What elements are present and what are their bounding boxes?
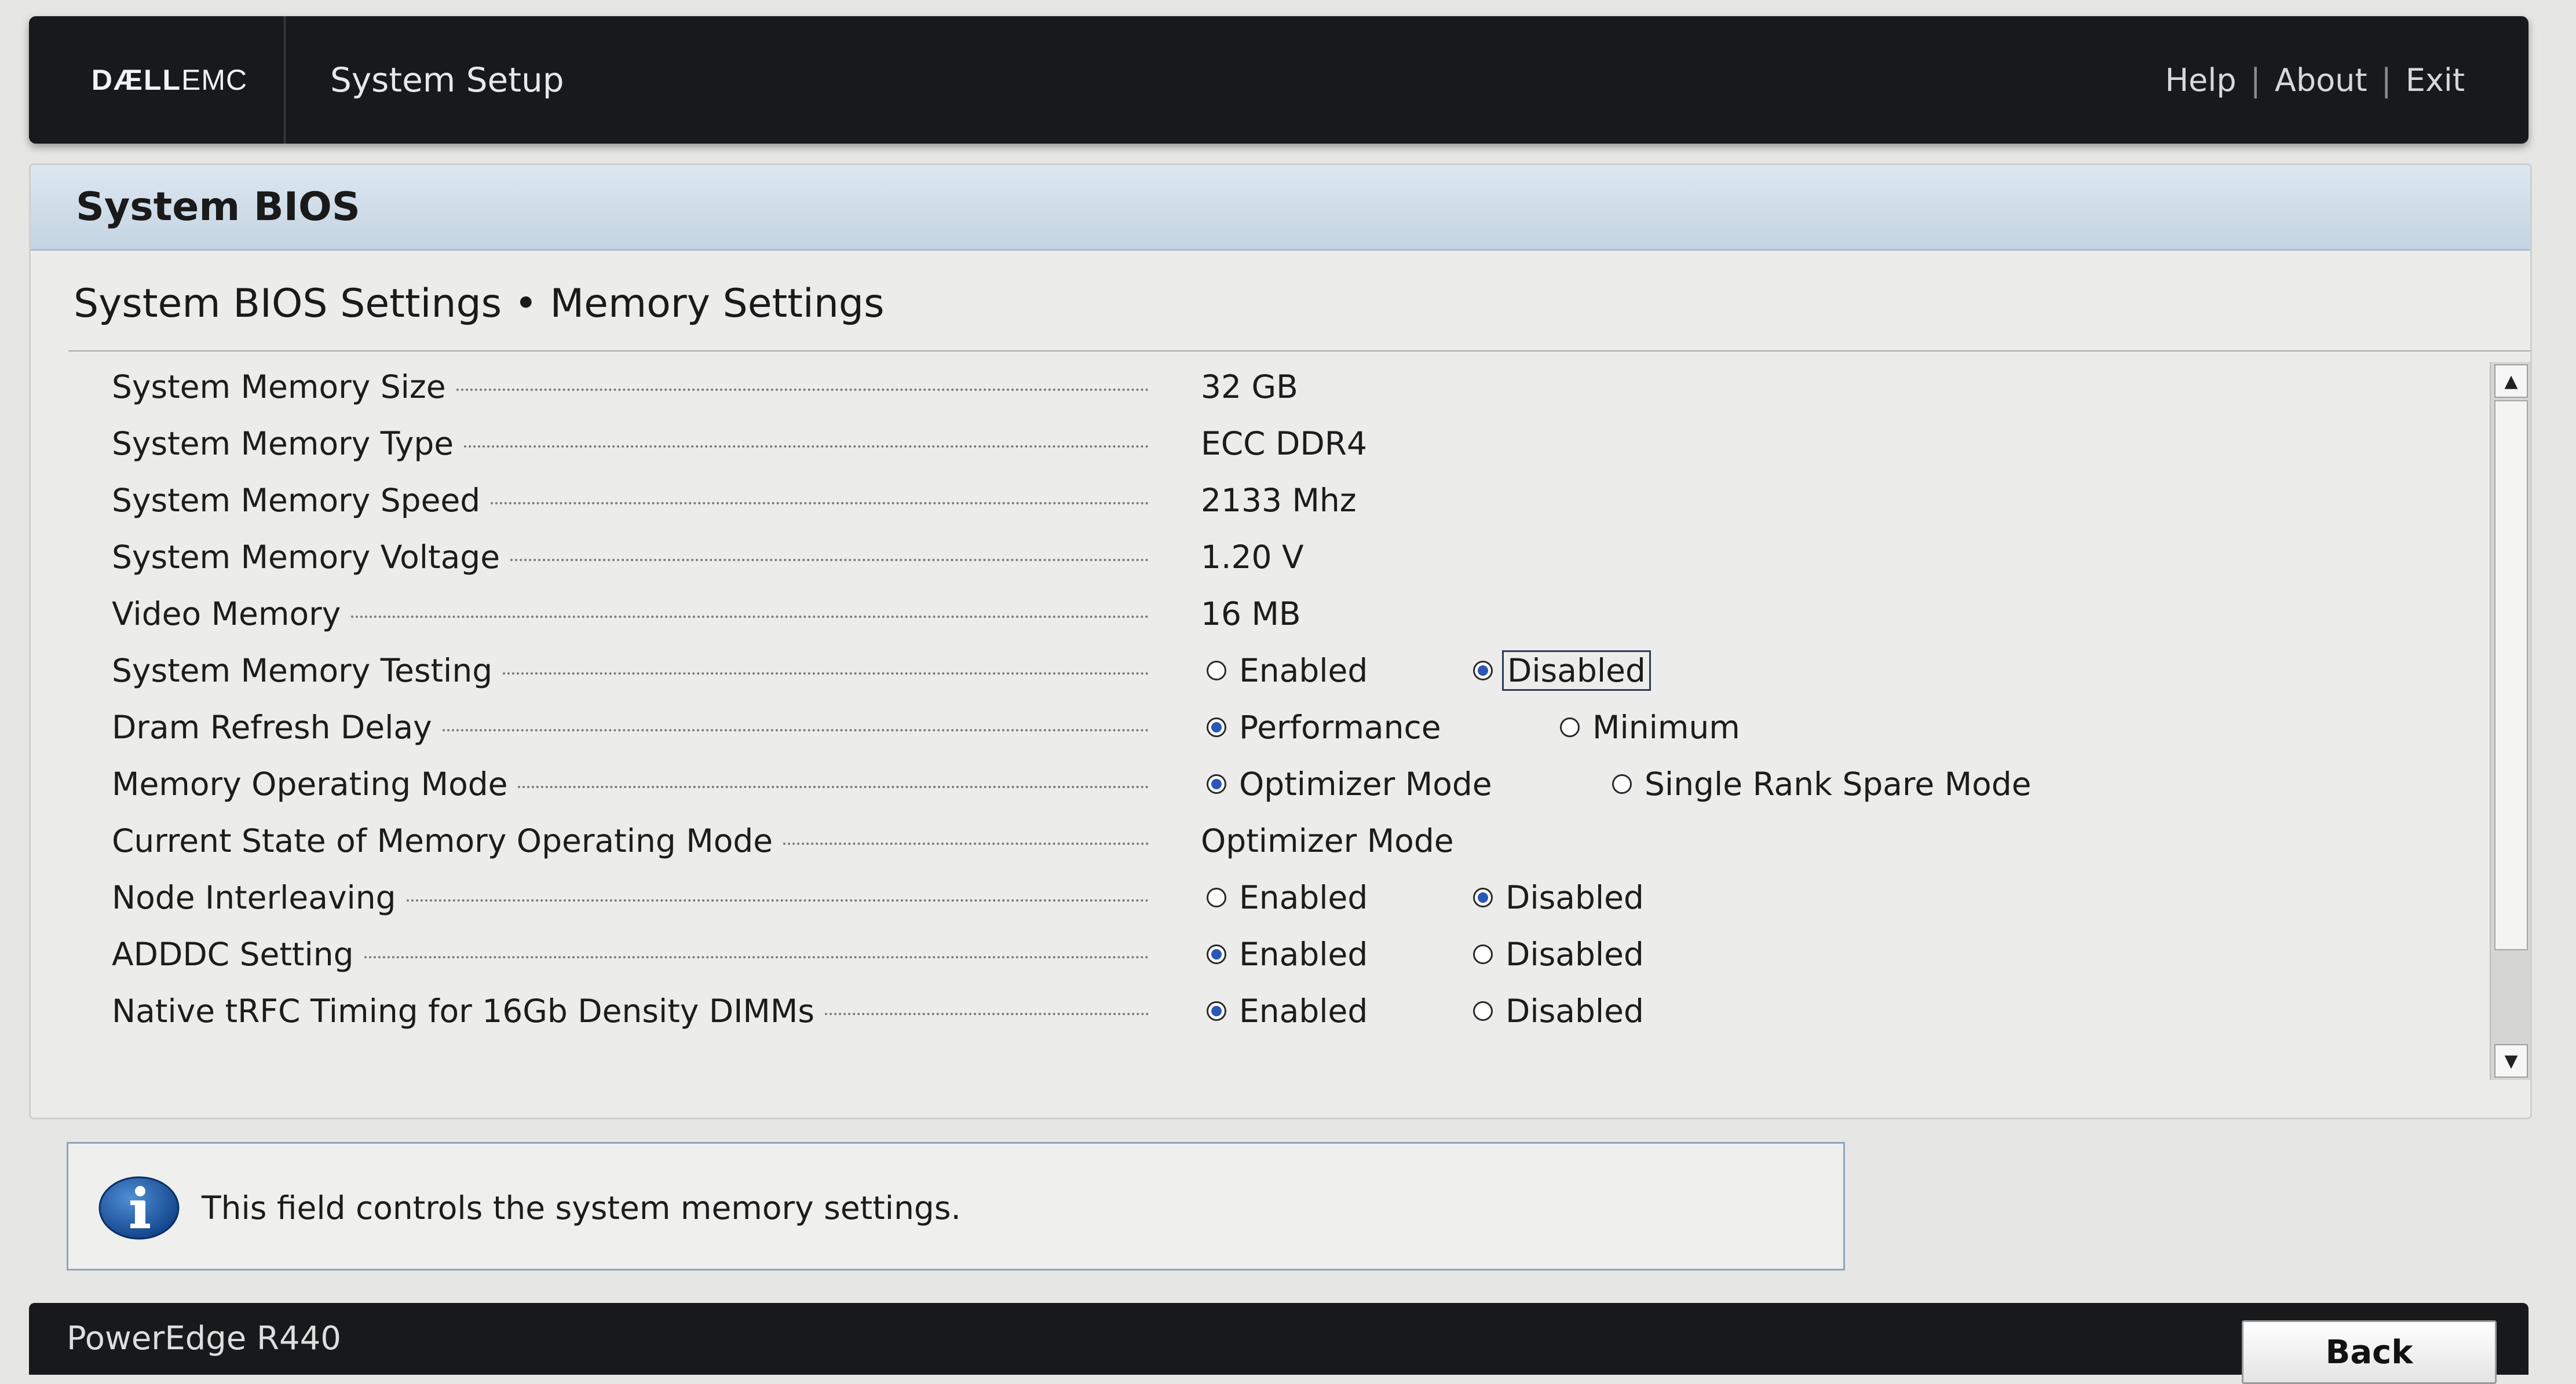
- radio-button[interactable]: [1207, 661, 1226, 680]
- memory-testing-disabled-radio[interactable]: Disabled: [1473, 650, 1651, 691]
- setting-label: System Memory Type: [112, 423, 1149, 464]
- setting-value: ECC DDR4: [1201, 425, 1367, 462]
- setting-label: System Memory Testing: [112, 650, 1149, 691]
- panel-header: System BIOS: [31, 165, 2530, 251]
- setting-label: Node Interleaving: [112, 877, 1149, 918]
- setting-label: System Memory Size: [112, 367, 1149, 407]
- dell-emc-logo: DÆLL EMC: [55, 16, 286, 144]
- page-heading: System BIOS Settings • Memory Settings: [74, 281, 885, 327]
- help-link[interactable]: Help: [2165, 62, 2237, 98]
- link-separator: |: [2250, 61, 2261, 98]
- vertical-scrollbar[interactable]: ▲ ▼: [2490, 362, 2530, 1080]
- setting-value: 32 GB: [1201, 368, 1298, 405]
- single-rank-spare-mode-radio[interactable]: Single Rank Spare Mode: [1612, 764, 2035, 804]
- setting-row-current-memory-mode: Current State of Memory Operating Mode O…: [31, 810, 2464, 867]
- setting-value: 16 MB: [1201, 595, 1301, 632]
- setting-label: Dram Refresh Delay: [112, 707, 1149, 748]
- setting-label: System Memory Voltage: [112, 537, 1149, 577]
- setting-row-dram-refresh-delay: Dram Refresh Delay Performance Minimum: [31, 697, 2464, 753]
- optimizer-mode-radio[interactable]: Optimizer Mode: [1207, 764, 1496, 804]
- help-text: This field controls the system memory se…: [202, 1189, 961, 1226]
- setting-row-adddc: ADDDC Setting Enabled Disabled: [31, 924, 2464, 980]
- setting-label: ADDDC Setting: [112, 934, 1149, 975]
- radio-button[interactable]: [1560, 717, 1580, 737]
- logo-emc-text: EMC: [181, 64, 248, 96]
- native-trfc-enabled-radio[interactable]: Enabled: [1207, 991, 1371, 1031]
- top-links: Help | About | Exit: [2165, 16, 2465, 144]
- adddc-disabled-radio[interactable]: Disabled: [1473, 934, 1647, 975]
- app-title: System Setup: [330, 60, 564, 100]
- setting-row-memory-operating-mode: Memory Operating Mode Optimizer Mode Sin…: [31, 753, 2464, 810]
- heading-divider: [68, 350, 2530, 352]
- setting-row-memory-testing: System Memory Testing Enabled Disabled: [31, 640, 2464, 697]
- exit-link[interactable]: Exit: [2406, 62, 2465, 98]
- scroll-up-arrow-icon[interactable]: ▲: [2494, 364, 2528, 398]
- native-trfc-disabled-radio[interactable]: Disabled: [1473, 991, 1647, 1031]
- setting-value: Optimizer Mode: [1201, 822, 1454, 859]
- radio-button[interactable]: [1207, 888, 1226, 907]
- setting-label: Memory Operating Mode: [112, 764, 1149, 804]
- scroll-down-arrow-icon[interactable]: ▼: [2494, 1044, 2528, 1078]
- panel-title: System BIOS: [76, 184, 360, 230]
- node-interleaving-enabled-radio[interactable]: Enabled: [1207, 877, 1371, 918]
- radio-button[interactable]: [1473, 1001, 1493, 1021]
- scrollbar-thumb[interactable]: [2494, 400, 2528, 950]
- node-interleaving-disabled-radio[interactable]: Disabled: [1473, 877, 1647, 918]
- setting-row-memory-voltage: System Memory Voltage 1.20 V: [31, 526, 2464, 583]
- radio-button-selected[interactable]: [1207, 944, 1226, 964]
- radio-button-selected[interactable]: [1473, 661, 1493, 680]
- dram-refresh-performance-radio[interactable]: Performance: [1207, 707, 1445, 748]
- setting-row-memory-size: System Memory Size 32 GB: [31, 356, 2464, 413]
- setting-label: Native tRFC Timing for 16Gb Density DIMM…: [112, 991, 1149, 1031]
- radio-button[interactable]: [1612, 774, 1632, 794]
- setting-row-video-memory: Video Memory 16 MB: [31, 583, 2464, 640]
- setting-value: 1.20 V: [1201, 539, 1304, 576]
- setting-value: 2133 Mhz: [1201, 482, 1357, 519]
- settings-panel: System BIOS System BIOS Settings • Memor…: [29, 163, 2532, 1119]
- setting-row-node-interleaving: Node Interleaving Enabled Disabled: [31, 867, 2464, 924]
- radio-button-selected[interactable]: [1207, 1001, 1226, 1021]
- radio-button[interactable]: [1473, 944, 1493, 964]
- radio-button-selected[interactable]: [1207, 774, 1226, 794]
- setting-row-memory-speed: System Memory Speed 2133 Mhz: [31, 470, 2464, 526]
- setting-row-native-trfc-timing: Native tRFC Timing for 16Gb Density DIMM…: [31, 980, 2464, 1037]
- setting-label: Current State of Memory Operating Mode: [112, 821, 1149, 861]
- footer-bar: PowerEdge R440 Back: [29, 1303, 2529, 1384]
- link-separator: |: [2381, 61, 2392, 98]
- top-bar: DÆLL EMC System Setup Help | About | Exit: [29, 16, 2529, 144]
- setting-label: System Memory Speed: [112, 480, 1149, 521]
- help-message-box: This field controls the system memory se…: [67, 1142, 1845, 1271]
- system-model: PowerEdge R440: [67, 1320, 341, 1357]
- dram-refresh-minimum-radio[interactable]: Minimum: [1560, 707, 1744, 748]
- radio-button-selected[interactable]: [1207, 717, 1226, 737]
- memory-testing-enabled-radio[interactable]: Enabled: [1207, 650, 1371, 691]
- info-icon: [98, 1176, 180, 1240]
- setting-row-memory-type: System Memory Type ECC DDR4: [31, 413, 2464, 470]
- logo-dell-text: DÆLL: [91, 64, 182, 96]
- setting-label: Video Memory: [112, 594, 1149, 634]
- about-link[interactable]: About: [2275, 62, 2367, 98]
- adddc-enabled-radio[interactable]: Enabled: [1207, 934, 1371, 975]
- radio-button-selected[interactable]: [1473, 888, 1493, 907]
